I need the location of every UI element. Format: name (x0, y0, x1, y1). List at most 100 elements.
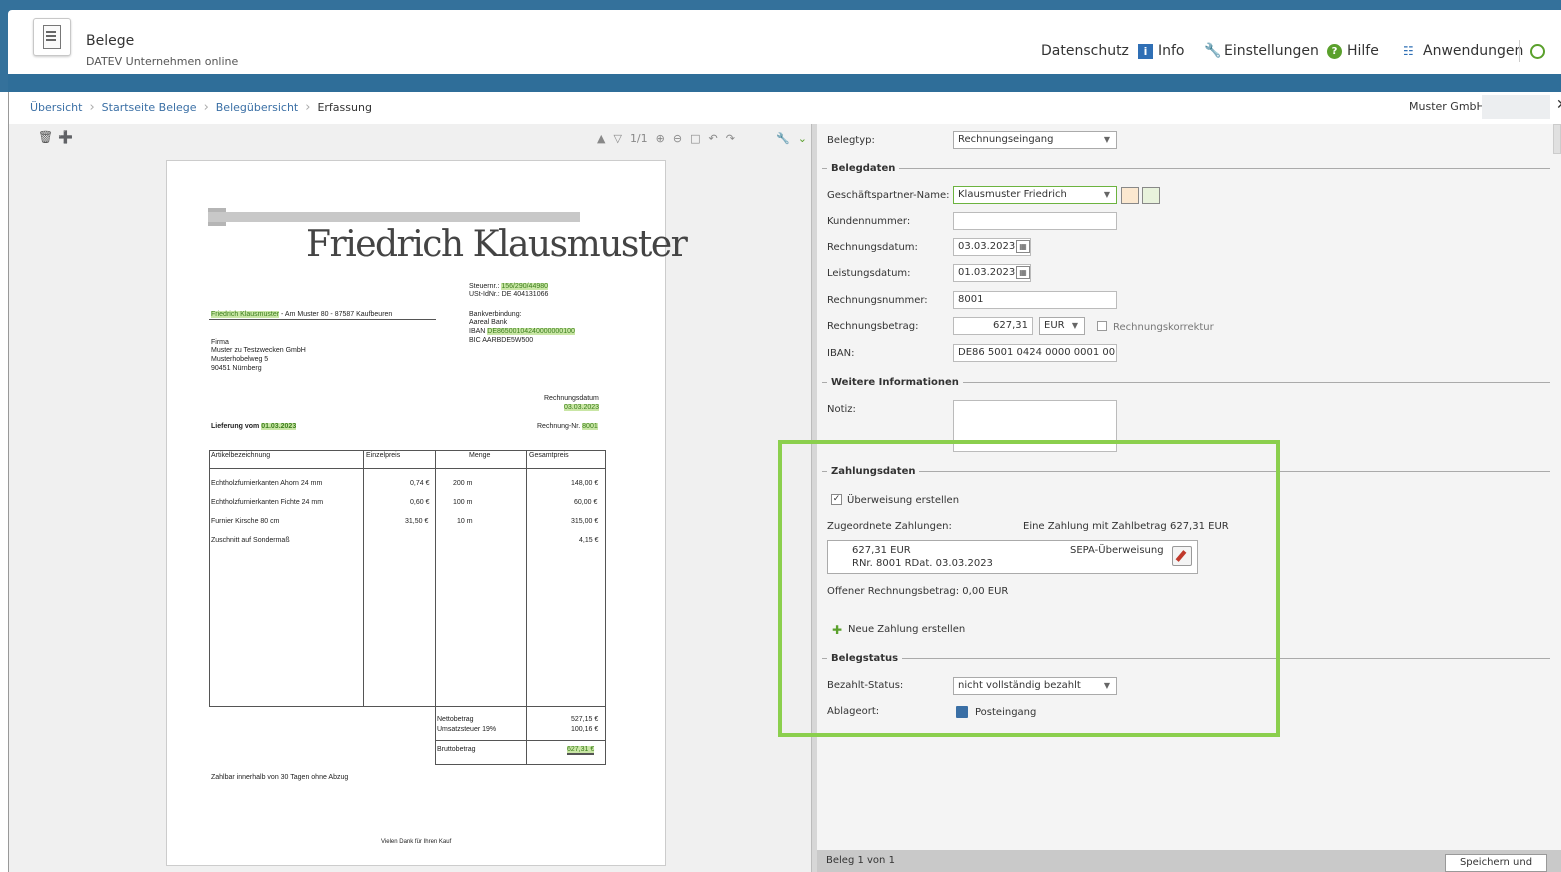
section-title: Zahlungsdaten (831, 465, 916, 477)
ablage-link[interactable]: Posteingang (975, 707, 1036, 718)
kundennummer-label: Kundennummer: (827, 216, 911, 227)
anwendungen-label: Anwendungen (1423, 43, 1524, 59)
bank-iban: IBAN DE86500104240000000100 (469, 328, 575, 335)
zoom-in-icon[interactable]: ⊕ (656, 132, 665, 145)
ueberweisung-checkbox[interactable]: ✓ (831, 494, 842, 505)
bank-name: Aareal Bank (469, 319, 508, 326)
apps-grid-icon: ☷ (1403, 43, 1414, 58)
breadcrumb-current: Erfassung (317, 100, 372, 114)
section-weitere-informationen: Weitere Informationen (822, 375, 1550, 389)
partner-select[interactable]: Klausmuster Friedrich ▼ (953, 186, 1117, 204)
neue-zahlung-link[interactable]: Neue Zahlung erstellen (848, 624, 965, 635)
info-label: Info (1158, 43, 1185, 59)
einstellungen-link[interactable]: 🔧 Einstellungen (1204, 42, 1319, 60)
table-cell: 4,15 € (579, 537, 599, 544)
notiz-textarea[interactable] (953, 400, 1117, 452)
belegtyp-select[interactable]: Rechnungseingang ▼ (953, 131, 1117, 149)
rechnungsbetrag-input[interactable]: 627,31 (953, 317, 1033, 335)
user-menu[interactable] (1530, 42, 1545, 60)
inbox-icon (956, 706, 968, 718)
table-cell: Furnier Kirsche 80 cm (211, 518, 280, 525)
close-icon[interactable]: ✕ (1556, 97, 1561, 113)
payment-type: SEPA-Überweisung (1070, 545, 1164, 556)
currency-value: EUR (1044, 320, 1065, 331)
section-title: Belegdaten (831, 162, 896, 174)
fit-page-icon[interactable]: □ (690, 132, 700, 145)
currency-select[interactable]: EUR ▼ (1039, 317, 1085, 335)
recipient-line: Muster zu Testzwecken GmbH (211, 347, 306, 354)
table-cell: 60,00 € (574, 499, 598, 506)
header-strip (8, 74, 1561, 92)
table-cell: 31,50 € (405, 518, 429, 525)
viewer-tools-menu[interactable]: 🔧 ⌄ (776, 131, 807, 145)
gross-value: 627,31 € (567, 746, 595, 755)
recipient-line: Musterhobelweg 5 (211, 356, 269, 363)
calendar-icon[interactable]: ▦ (1016, 240, 1030, 253)
partner-lookup-icon[interactable] (1121, 187, 1139, 204)
chevron-right-icon: › (89, 99, 95, 115)
datenschutz-link[interactable]: Datenschutz (1041, 42, 1129, 60)
breadcrumb-beleguebersicht[interactable]: Belegübersicht (216, 101, 298, 114)
rechnungsnummer-label: Rechnungsnummer: (827, 295, 928, 306)
info-link[interactable]: i Info (1138, 42, 1185, 60)
delete-icon[interactable]: 🗑 (38, 130, 53, 144)
divider (209, 319, 436, 320)
pencil-icon (1175, 550, 1187, 562)
partner-add-icon[interactable] (1142, 187, 1160, 204)
header-divider (1519, 40, 1520, 62)
info-icon: i (1138, 43, 1153, 59)
partner-label: Geschäftspartner-Name: (827, 190, 950, 201)
breadcrumb-uebersicht[interactable]: Übersicht (30, 101, 82, 114)
datenschutz-label: Datenschutz (1041, 43, 1129, 59)
app-subtitle: DATEV Unternehmen online (86, 55, 239, 68)
app-title: Belege (86, 33, 135, 49)
rotate-left-icon[interactable]: ↶ (708, 132, 717, 145)
table-border (363, 450, 364, 706)
tax-number: Steuernr.: 156/290/44980 (469, 283, 549, 290)
vat-value: 100,16 € (571, 726, 599, 733)
zoom-out-icon[interactable]: ⊖ (673, 132, 682, 145)
iban-label: IBAN: (827, 348, 855, 359)
payment-amount: 627,31 EUR (852, 545, 911, 556)
hilfe-link[interactable]: ? Hilfe (1327, 42, 1379, 60)
company-switcher[interactable] (1482, 95, 1550, 119)
vat-label: Umsatzsteuer 19% (437, 726, 497, 733)
table-border (526, 450, 527, 765)
page-up-icon[interactable]: ▲ (597, 132, 605, 145)
kundennummer-input[interactable] (953, 212, 1117, 230)
add-document-icon[interactable]: ➕ (58, 130, 73, 144)
net-value: 527,15 € (571, 716, 599, 723)
company-name: Muster GmbH (1409, 100, 1485, 113)
scrollbar[interactable] (1553, 124, 1561, 154)
calendar-icon[interactable]: ▦ (1016, 266, 1030, 279)
chevron-down-icon: ⌄ (797, 131, 807, 145)
table-cell: 200 m (453, 480, 473, 487)
iban-input[interactable]: DE86 5001 0424 0000 0001 00 (953, 344, 1117, 362)
bezahlt-value: nicht vollständig bezahlt (958, 680, 1081, 691)
edit-payment-button[interactable] (1172, 546, 1192, 566)
belege-app-icon[interactable] (33, 18, 71, 56)
dropdown-arrow-icon: ▼ (1103, 190, 1110, 199)
table-cell: 315,00 € (571, 518, 599, 525)
page-indicator: 1/1 (629, 131, 648, 145)
help-icon: ? (1327, 43, 1342, 59)
chevron-right-icon: › (203, 99, 209, 115)
gross-label: Bruttobetrag (437, 746, 476, 753)
anwendungen-link[interactable]: ☷ Anwendungen (1403, 42, 1523, 60)
rechnungsnummer-input[interactable]: 8001 (953, 291, 1117, 309)
save-and-next-button[interactable]: Speichern und weiter (1445, 854, 1547, 872)
page-down-icon[interactable]: ▽ (613, 132, 621, 145)
plus-icon: ✚ (832, 623, 843, 637)
section-zahlungsdaten: Zahlungsdaten (822, 464, 1550, 478)
sender-line: Friedrich Klausmuster - Am Muster 80 - 8… (211, 311, 393, 318)
breadcrumb-startseite-belege[interactable]: Startseite Belege (102, 101, 197, 114)
recipient-line: 90451 Nürnberg (211, 365, 262, 372)
table-border (435, 450, 436, 765)
korrektur-checkbox[interactable] (1097, 321, 1107, 331)
bezahlt-select[interactable]: nicht vollständig bezahlt ▼ (953, 677, 1117, 695)
recipient-line: Firma (211, 339, 229, 346)
rotate-right-icon[interactable]: ↷ (726, 132, 735, 145)
table-border (605, 450, 606, 765)
ueberweisung-label: Überweisung erstellen (847, 495, 960, 506)
table-border (209, 468, 606, 469)
